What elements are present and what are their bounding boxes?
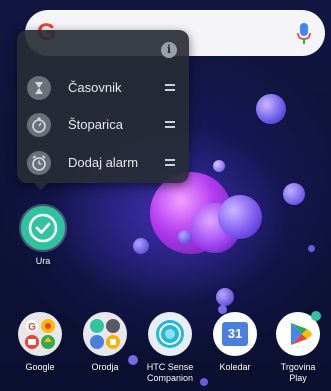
wallpaper-orb xyxy=(218,195,262,239)
hourglass-icon xyxy=(27,76,51,100)
dock-item-google[interactable]: G Google xyxy=(10,312,70,373)
shortcut-label: Dodaj alarm xyxy=(68,155,139,170)
calendar-badge: 31 xyxy=(222,322,248,346)
app-label: Orodja xyxy=(91,362,119,372)
wallpaper-orb xyxy=(133,238,149,254)
notification-dot xyxy=(311,311,321,321)
tools-folder-icon xyxy=(83,312,127,356)
wallpaper-orb xyxy=(178,230,192,244)
alarm-icon xyxy=(27,151,51,175)
shortcut-add-alarm[interactable]: Dodaj alarm xyxy=(17,144,189,182)
stopwatch-icon xyxy=(27,113,51,137)
app-label-line: Play xyxy=(289,373,307,383)
mic-icon[interactable] xyxy=(297,23,311,45)
shortcut-timer[interactable]: Časovnik xyxy=(17,69,189,107)
wallpaper-orb xyxy=(200,378,208,386)
drag-handle-icon[interactable] xyxy=(165,84,175,91)
shortcut-stopwatch[interactable]: Štoparica xyxy=(17,106,189,144)
app-label-line: HTC Sense xyxy=(146,362,194,372)
calendar-icon: 31 xyxy=(213,312,257,356)
app-label: Koledar xyxy=(219,362,251,372)
dock-item-calendar[interactable]: 31 Koledar xyxy=(205,312,265,373)
htc-sense-companion-icon xyxy=(148,312,192,356)
wallpaper-orb xyxy=(216,288,234,306)
wallpaper-orb xyxy=(213,160,225,172)
app-label: Trgovina Play xyxy=(268,362,328,384)
dock-item-htc-sense-companion[interactable]: HTC Sense Companion xyxy=(140,312,200,384)
clock-app-icon xyxy=(21,206,65,250)
wallpaper-orb xyxy=(256,94,286,124)
info-icon[interactable]: i xyxy=(161,42,177,58)
drag-handle-icon[interactable] xyxy=(165,121,175,128)
calendar-date: 31 xyxy=(227,326,243,341)
shortcut-label: Časovnik xyxy=(68,80,122,95)
shortcut-label: Štoparica xyxy=(68,117,123,132)
app-label: Google xyxy=(25,362,55,372)
play-store-icon xyxy=(276,311,321,356)
wallpaper-orb xyxy=(283,183,305,205)
drag-handle-icon[interactable] xyxy=(165,159,175,166)
svg-text:G: G xyxy=(28,322,36,333)
popup-caret xyxy=(33,182,49,190)
wallpaper-orb xyxy=(308,245,315,252)
dock-item-play-store[interactable]: Trgovina Play xyxy=(268,311,328,384)
google-folder-icon: G xyxy=(18,312,62,356)
app-clock[interactable]: Ura xyxy=(13,206,73,267)
app-label-line: Companion xyxy=(146,373,194,383)
app-label-line: Trgovina xyxy=(280,362,316,372)
app-shortcuts-popup: i Časovnik Štoparica Dodaj alarm xyxy=(17,30,189,183)
app-label: HTC Sense Companion xyxy=(140,362,200,384)
app-label: Ura xyxy=(35,256,51,266)
dock-item-tools[interactable]: Orodja xyxy=(75,312,135,373)
